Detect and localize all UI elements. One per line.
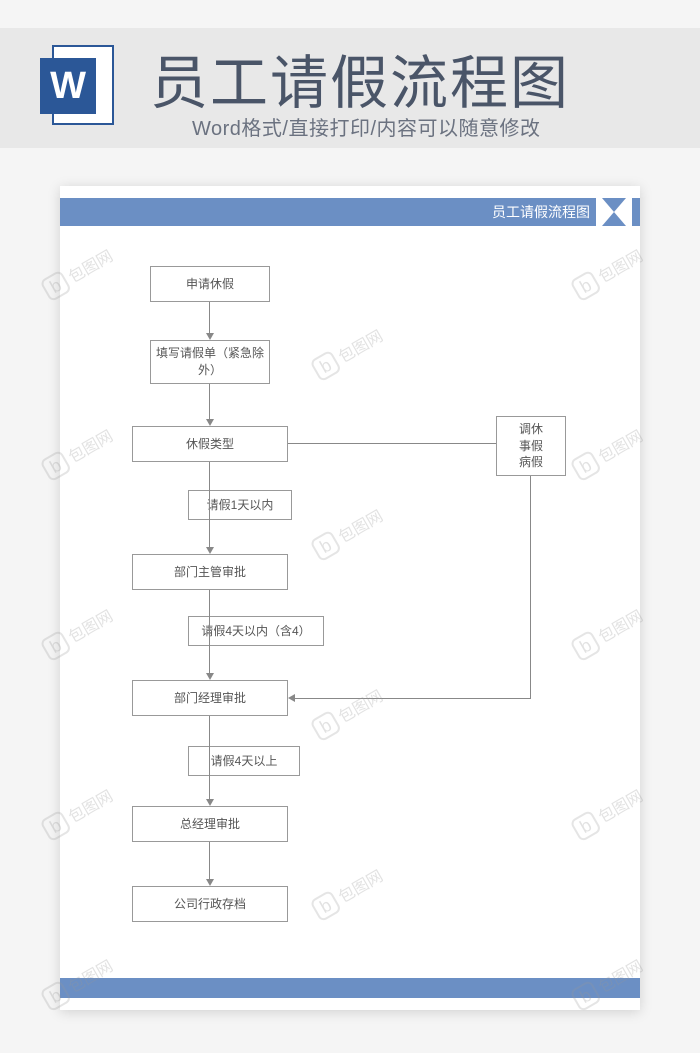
node-leave-types: 调休 事假 病假 bbox=[496, 416, 566, 476]
node-type: 休假类型 bbox=[132, 426, 288, 462]
arrow bbox=[209, 842, 210, 879]
arrow bbox=[209, 462, 210, 547]
arrow-head-icon bbox=[288, 694, 295, 702]
hourglass-icon bbox=[596, 196, 632, 228]
word-letter: W bbox=[40, 58, 96, 114]
arrow bbox=[209, 384, 210, 419]
node-4plus: 请假4天以上 bbox=[188, 746, 300, 776]
arrow bbox=[209, 302, 210, 333]
connector bbox=[288, 443, 496, 444]
node-supervisor: 部门主管审批 bbox=[132, 554, 288, 590]
doc-header-label: 员工请假流程图 bbox=[492, 202, 590, 222]
node-archive: 公司行政存档 bbox=[132, 886, 288, 922]
arrow-head-icon bbox=[206, 419, 214, 426]
doc-header-bar: 员工请假流程图 bbox=[60, 198, 640, 226]
document-preview: 员工请假流程图 申请休假 填写请假单（紧急除外） 休假类型 请假1天以内 部门主… bbox=[60, 186, 640, 1010]
doc-footer-bar bbox=[60, 978, 640, 998]
arrow-head-icon bbox=[206, 333, 214, 340]
arrow bbox=[209, 590, 210, 673]
connector bbox=[295, 698, 531, 699]
node-1day: 请假1天以内 bbox=[188, 490, 292, 520]
flowchart: 申请休假 填写请假单（紧急除外） 休假类型 请假1天以内 部门主管审批 请假4天… bbox=[60, 246, 640, 986]
node-fill-form: 填写请假单（紧急除外） bbox=[150, 340, 270, 384]
node-manager: 部门经理审批 bbox=[132, 680, 288, 716]
node-gm: 总经理审批 bbox=[132, 806, 288, 842]
connector bbox=[530, 476, 531, 698]
arrow-head-icon bbox=[206, 547, 214, 554]
node-apply: 申请休假 bbox=[150, 266, 270, 302]
arrow-head-icon bbox=[206, 673, 214, 680]
arrow-head-icon bbox=[206, 799, 214, 806]
page-subtitle: Word格式/直接打印/内容可以随意修改 bbox=[192, 112, 541, 141]
page-title: 员工请假流程图 bbox=[150, 36, 570, 120]
arrow bbox=[209, 716, 210, 799]
arrow-head-icon bbox=[206, 879, 214, 886]
word-icon: W bbox=[40, 40, 120, 130]
